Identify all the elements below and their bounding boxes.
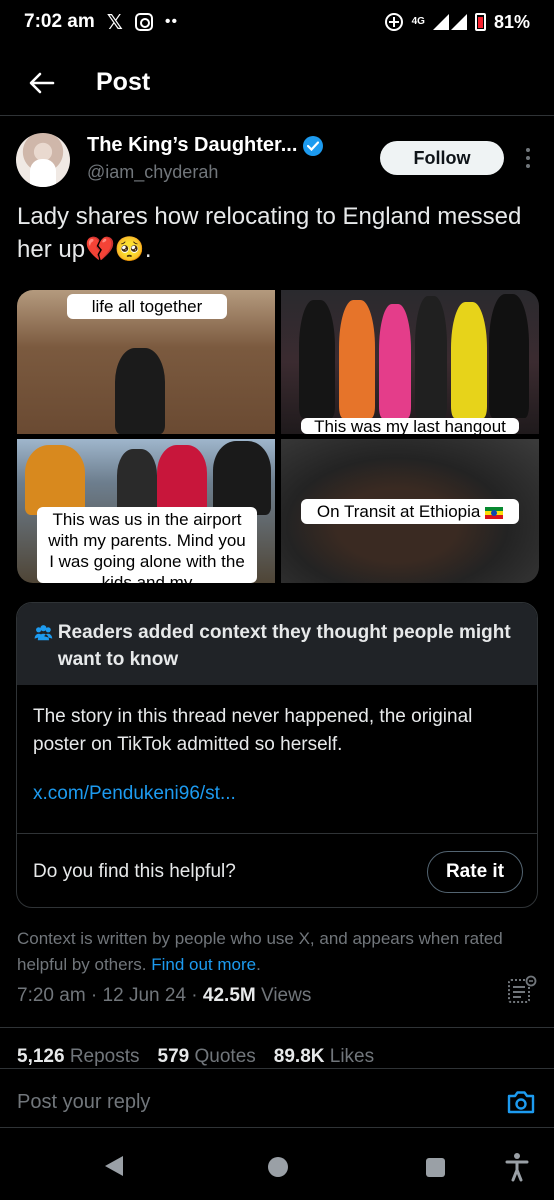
more-notifications-icon: •• xyxy=(164,13,179,30)
person-figure xyxy=(489,294,529,418)
person-figure xyxy=(451,302,487,418)
page-title: Post xyxy=(96,68,151,96)
post-meta: 7:20 am · 12 Jun 24 · 42.5M Views xyxy=(17,985,311,1007)
status-bar: 7:02 am 𝕏 •• 4G 81% xyxy=(0,0,554,44)
post-text: Lady shares how relocating to England me… xyxy=(17,203,522,263)
community-note-header: Readers added context they thought peopl… xyxy=(17,603,537,685)
image-caption: This was us in the airport with my paren… xyxy=(37,507,257,583)
person-figure xyxy=(415,296,447,418)
caption-text: On Transit at Ethiopia xyxy=(316,502,481,521)
views-count: 42.5M xyxy=(202,985,256,1006)
person-figure xyxy=(299,300,335,418)
nav-home-icon[interactable] xyxy=(268,1157,288,1177)
avatar[interactable] xyxy=(16,133,70,187)
network-type: 4G xyxy=(411,16,425,27)
nav-recents-icon[interactable] xyxy=(426,1158,445,1177)
quotes-label: Quotes xyxy=(194,1046,256,1067)
author-name[interactable]: The King’s Daughter... xyxy=(87,134,297,157)
meta-separator: · xyxy=(186,985,203,1006)
status-time: 7:02 am xyxy=(24,11,95,32)
status-bar-left: 7:02 am 𝕏 •• xyxy=(24,10,178,35)
quotes-count: 579 xyxy=(157,1046,190,1067)
post-time: 7:20 am xyxy=(17,985,86,1006)
reposts-count: 5,126 xyxy=(17,1046,65,1067)
battery-percent: 81% xyxy=(493,11,530,32)
back-button[interactable] xyxy=(22,63,62,103)
image-caption: On Transit at Ethiopia xyxy=(301,499,519,524)
app-header: Post xyxy=(0,50,554,116)
verified-badge-icon xyxy=(303,135,324,156)
media-image-3[interactable]: This was us in the airport with my paren… xyxy=(17,439,275,583)
follow-button[interactable]: Follow xyxy=(380,141,504,175)
system-nav-bar xyxy=(0,1130,554,1200)
post-date: 12 Jun 24 xyxy=(102,985,187,1006)
quotes-stat[interactable]: 579 Quotes xyxy=(158,1046,256,1068)
media-image-2[interactable]: This was my last hangout xyxy=(281,290,539,434)
reply-bar: Post your reply xyxy=(0,1068,554,1128)
battery-icon xyxy=(474,13,486,31)
community-note-text: The story in this thread never happened,… xyxy=(33,706,473,755)
likes-stat[interactable]: 89.8K Likes xyxy=(274,1046,374,1068)
readers-icon xyxy=(34,625,53,641)
image-caption: life all together xyxy=(67,294,227,319)
reposts-label: Reposts xyxy=(69,1046,140,1067)
nav-back-icon[interactable] xyxy=(105,1156,123,1176)
community-note-body: The story in this thread never happened,… xyxy=(17,685,537,805)
context-disclaimer: Context is written by people who use X, … xyxy=(17,926,537,978)
hotspot-icon xyxy=(384,13,403,31)
post-stats: 5,126 Reposts 579 Quotes 89.8K Likes xyxy=(17,1046,374,1068)
find-out-more-link[interactable]: Find out more xyxy=(151,955,256,974)
author-name-row[interactable]: The King’s Daughter... xyxy=(87,134,324,157)
rate-it-button[interactable]: Rate it xyxy=(427,850,523,893)
instagram-icon xyxy=(134,13,153,31)
author-handle[interactable]: @iam_chyderah xyxy=(87,162,218,183)
person-figure xyxy=(115,348,165,434)
signal-icon xyxy=(432,14,467,30)
context-suffix: . xyxy=(256,955,261,974)
person-figure xyxy=(25,445,85,515)
community-note: Readers added context they thought peopl… xyxy=(16,602,538,908)
image-caption: This was my last hangout xyxy=(301,418,519,434)
meta-separator: · xyxy=(85,985,103,1006)
media-grid: life all together This was my last hango… xyxy=(17,290,539,583)
person-figure xyxy=(339,300,375,418)
media-image-1[interactable]: life all together xyxy=(17,290,275,434)
person-figure xyxy=(157,445,207,515)
ethiopia-flag-icon xyxy=(485,506,504,519)
x-logo-icon: 𝕏 xyxy=(106,11,123,34)
arrow-left-icon xyxy=(29,72,55,93)
status-bar-right: 4G 81% xyxy=(384,12,530,33)
helpful-question: Do you find this helpful? xyxy=(33,860,236,882)
divider xyxy=(0,1027,554,1028)
camera-icon[interactable] xyxy=(506,1089,536,1115)
more-options-icon[interactable] xyxy=(516,144,540,172)
community-note-link[interactable]: x.com/Pendukeni96/st... xyxy=(33,783,521,805)
likes-count: 89.8K xyxy=(273,1046,325,1067)
person-figure xyxy=(379,304,411,418)
community-note-heading: Readers added context they thought peopl… xyxy=(57,622,511,670)
media-image-4[interactable]: On Transit at Ethiopia xyxy=(281,439,539,583)
reply-input[interactable]: Post your reply xyxy=(17,1091,150,1114)
person-figure xyxy=(117,449,157,515)
analytics-icon[interactable] xyxy=(506,974,538,1006)
views-label: Views xyxy=(261,985,312,1006)
accessibility-icon[interactable] xyxy=(504,1152,530,1182)
person-figure xyxy=(213,441,271,515)
post-author: The King’s Daughter... @iam_chyderah Fol… xyxy=(0,130,554,190)
likes-label: Likes xyxy=(329,1046,375,1067)
reposts-stat[interactable]: 5,126 Reposts xyxy=(17,1046,140,1068)
community-note-footer: Do you find this helpful? Rate it xyxy=(17,833,537,907)
